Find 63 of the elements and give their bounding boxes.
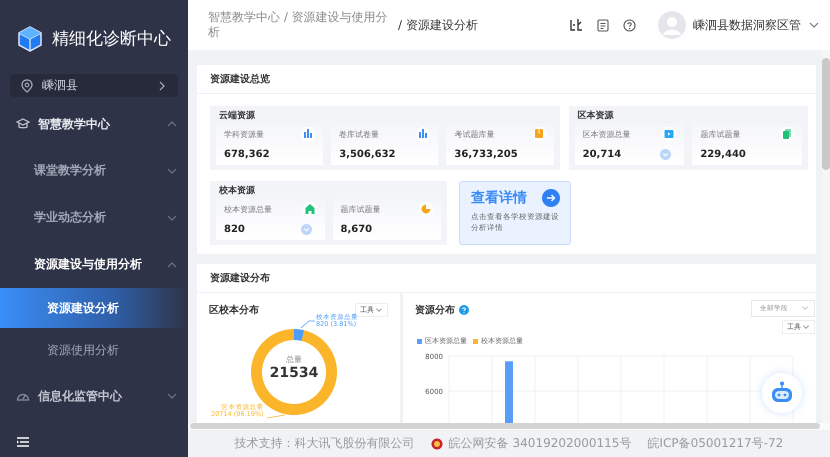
avatar-icon (658, 11, 686, 39)
cube-icon (17, 26, 43, 52)
total-value: 21534 (268, 365, 320, 381)
chevron-icon (375, 306, 383, 314)
menu-item[interactable]: 智慧教学中心 (0, 101, 188, 147)
chevron-icon (801, 304, 809, 312)
stat-label: 卷库试卷量 (339, 128, 380, 140)
book-icon (532, 127, 546, 141)
help-icon (459, 305, 469, 315)
app-title: 精细化诊断中心 (52, 28, 171, 50)
bar (505, 361, 513, 423)
arrow-right-icon (542, 189, 560, 207)
stat-label: 区本资源总量 (582, 128, 631, 140)
chevron-icon (802, 323, 810, 331)
menu-item[interactable]: 学业动态分析 (0, 194, 188, 241)
stat-label: 题库试题量 (700, 128, 740, 140)
emblem-icon (430, 438, 443, 450)
menu-item[interactable]: 资源使用分析 (0, 328, 188, 373)
menu-item[interactable]: 资源建设与使用分析 (0, 241, 188, 288)
stat-value: 820 (224, 224, 245, 235)
leader-line (266, 414, 286, 418)
stat-label: 校本资源总量 (224, 204, 272, 214)
group-title: 区本资源 (576, 109, 615, 123)
house-icon (302, 202, 316, 216)
scrollbar-thumb[interactable] (822, 58, 830, 170)
breadcrumb-link[interactable]: 智慧教学中心 / 资源建设与使用分析 (208, 10, 394, 40)
graduation-cap-icon (16, 118, 30, 130)
stat-value: 36,733,205 (454, 149, 518, 160)
location-pin-icon (20, 78, 34, 92)
section-title: 资源建设分布 (197, 264, 816, 293)
total-label: 总量 (285, 354, 303, 365)
document-icon[interactable] (597, 18, 609, 32)
stat-value: 20,714 (582, 149, 622, 160)
leader-line (300, 320, 316, 328)
user-name[interactable]: 嵊泗县数据洞察区管 (693, 16, 801, 34)
section-title: 资源建设总览 (197, 65, 816, 94)
panel-title: 资源分布 (415, 304, 455, 317)
stat-value: 3,506,632 (339, 149, 396, 160)
pie-chart-icon (419, 202, 433, 216)
stat-label: 题库试题量 (340, 204, 380, 214)
group-title: 云端资源 (218, 109, 256, 123)
bar-chart-icon (416, 127, 430, 141)
stat-value: 8,670 (340, 224, 372, 235)
stat-label: 考试题库量 (454, 128, 494, 140)
menu-item[interactable]: 资源建设分析 (0, 288, 188, 328)
menu-item[interactable]: 课堂教学分析 (0, 147, 188, 194)
breadcrumb-current: / 资源建设分析 (398, 16, 478, 34)
stat-label: 学科资源量 (224, 128, 264, 140)
stat-value: 678,362 (224, 149, 270, 160)
video-icon (662, 127, 676, 141)
documents-icon (780, 127, 794, 141)
footer-text: 技术支持：科大讯飞股份有限公司 (234, 435, 415, 452)
location-selector[interactable]: 嵊泗县 (10, 74, 178, 97)
group-title: 校本资源 (218, 184, 256, 198)
stat-value: 229,440 (700, 149, 746, 160)
panel-title: 区校本分布 (209, 304, 259, 317)
help-icon[interactable] (623, 18, 636, 32)
bar-chart-icon (301, 127, 316, 141)
compare-icon[interactable] (569, 18, 583, 32)
menu-icon (17, 437, 29, 447)
menu-item[interactable]: 信息化监管中心 (0, 373, 188, 419)
scrollbar-thumb[interactable] (190, 423, 820, 429)
robot-icon (769, 381, 795, 405)
